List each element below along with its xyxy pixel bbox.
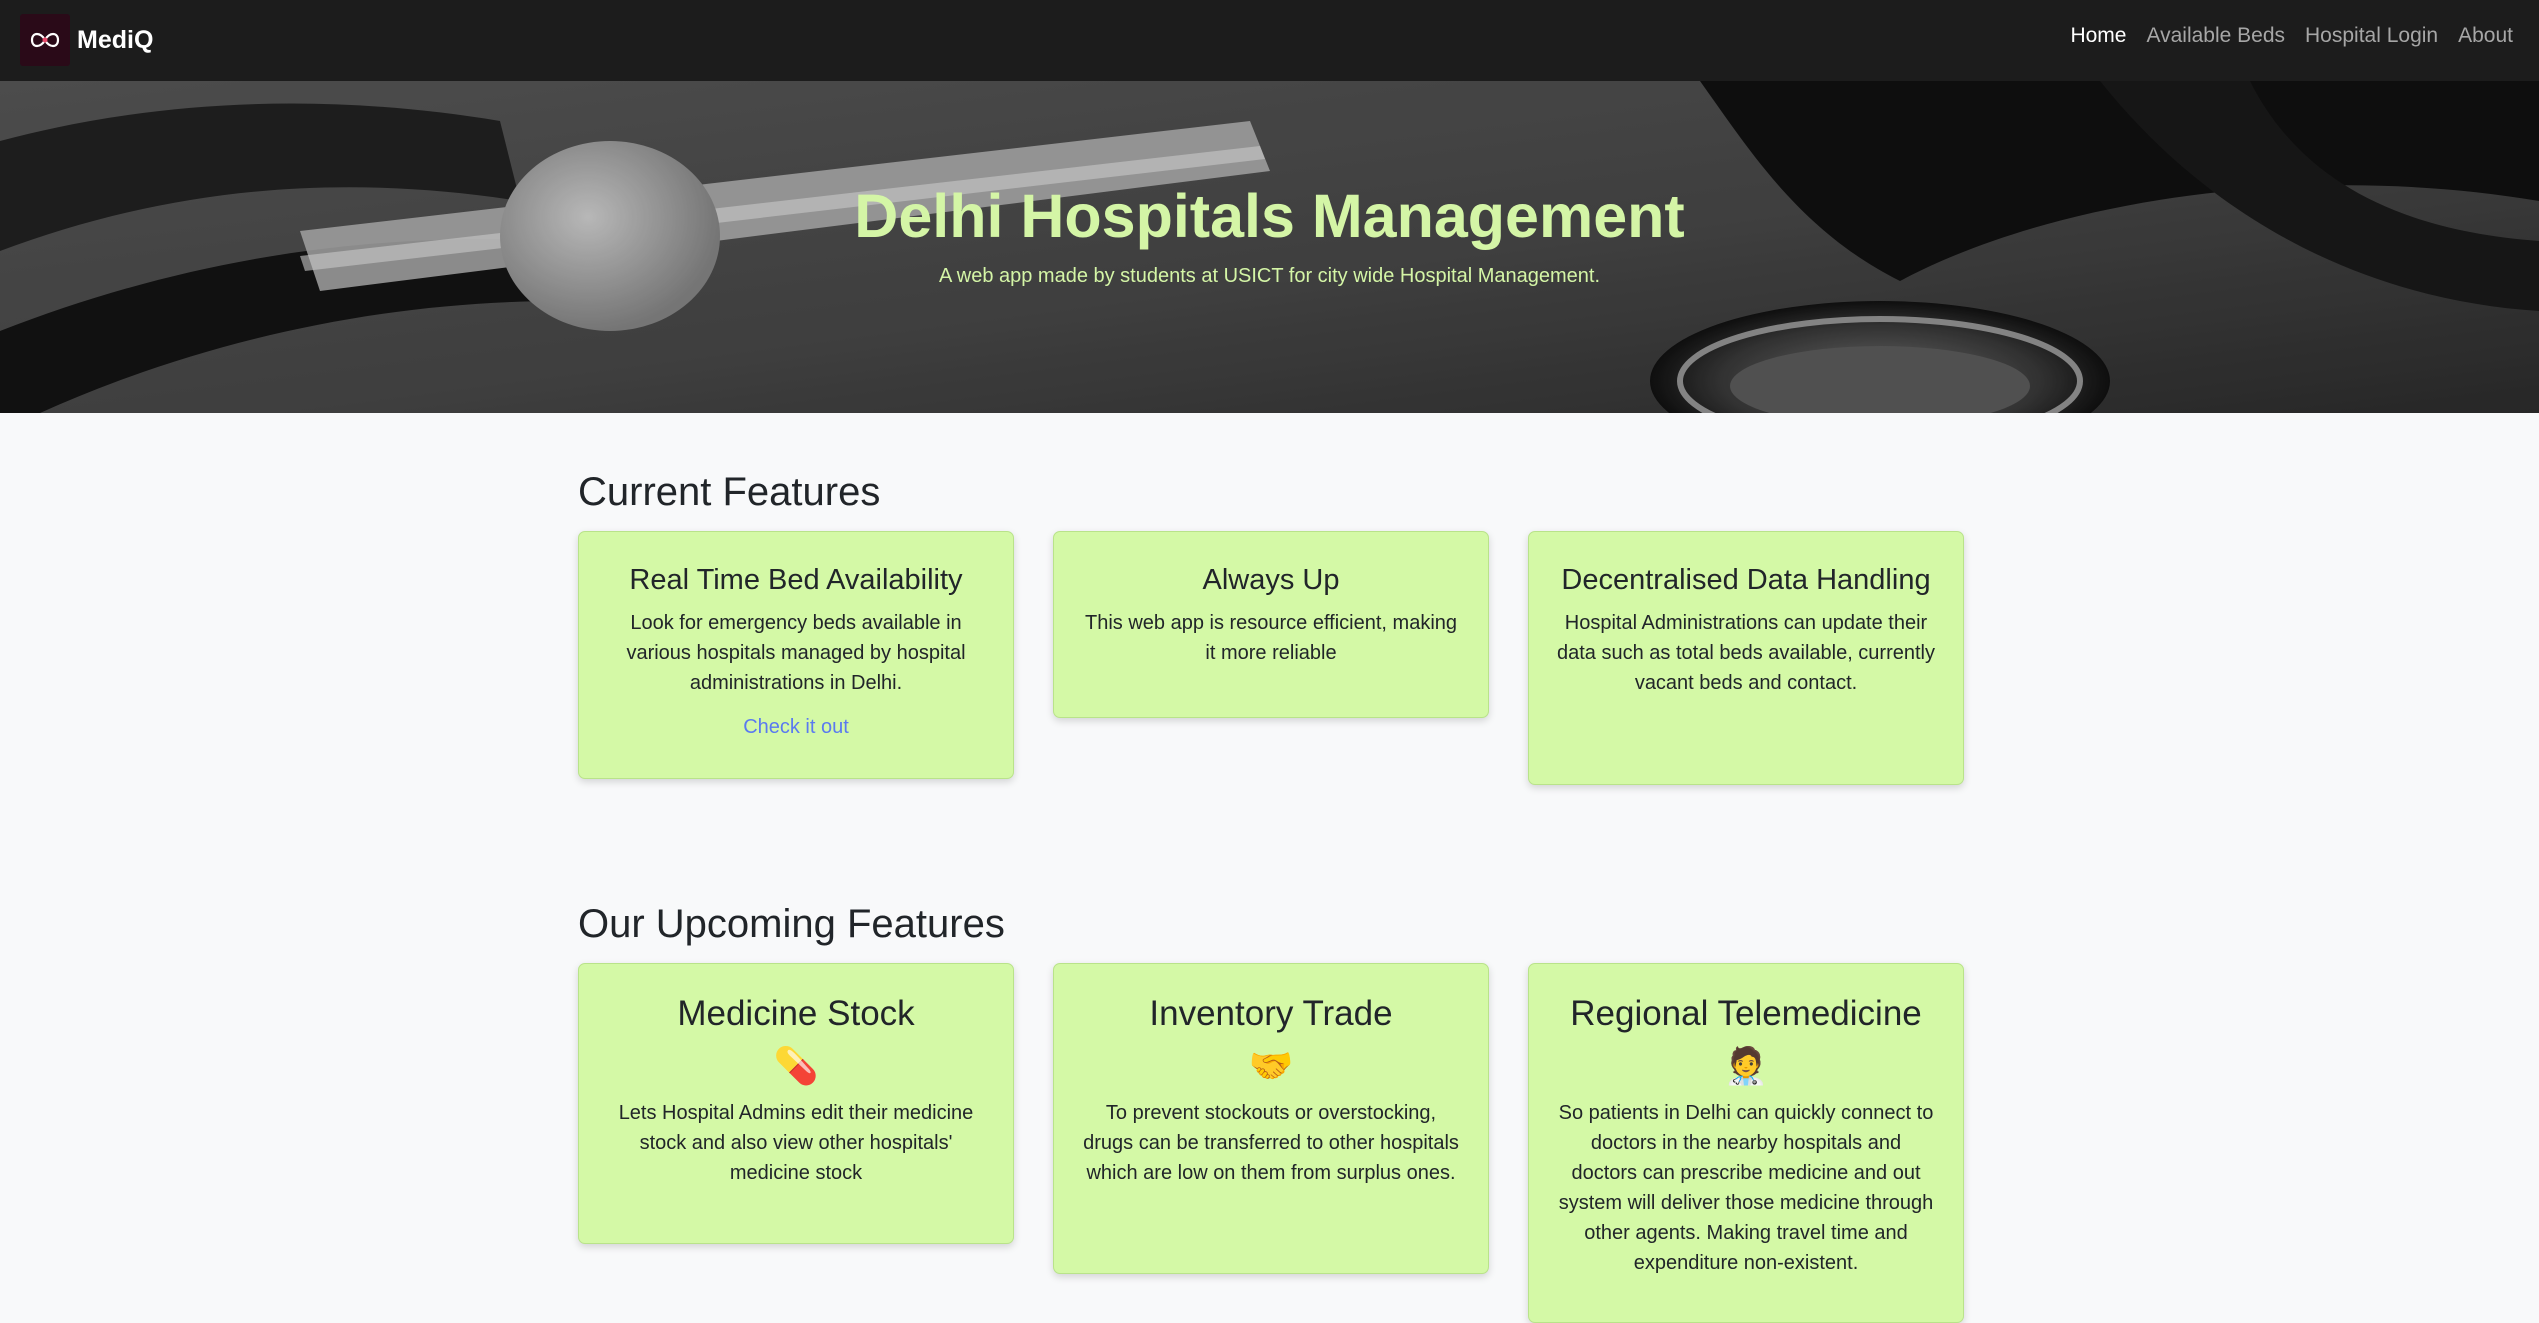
brand-link[interactable]: MediQ xyxy=(20,14,153,66)
doctor-icon: 🧑‍⚕️ xyxy=(1723,1045,1769,1086)
hero-subtitle: A web app made by students at USICT for … xyxy=(938,265,1601,287)
card-text: Lets Hospital Admins edit their medicine… xyxy=(618,1102,974,1184)
card-title: Medicine Stock xyxy=(677,994,915,1033)
upcoming-features-heading: Our Upcoming Features xyxy=(578,902,1005,946)
check-it-out-link[interactable]: Check it out xyxy=(743,716,849,739)
handshake-icon: 🤝 xyxy=(1248,1045,1294,1086)
feature-card-always-up: Always Up This web app is resource effic… xyxy=(1053,531,1489,718)
pill-icon: 💊 xyxy=(773,1045,819,1086)
hero-banner: Delhi Hospitals Management A web app mad… xyxy=(0,81,2539,413)
card-text: So patients in Delhi can quickly connect… xyxy=(1558,1102,1934,1274)
card-text: To prevent stockouts or overstocking, dr… xyxy=(1083,1102,1459,1184)
card-text: This web app is resource efficient, maki… xyxy=(1084,612,1458,664)
mediq-logo-icon xyxy=(20,14,70,66)
nav-about[interactable]: About xyxy=(2458,24,2513,48)
card-title: Regional Telemedicine xyxy=(1570,994,1922,1033)
brand-name: MediQ xyxy=(77,25,154,54)
card-title: Real Time Bed Availability xyxy=(629,564,963,596)
hero-title: Delhi Hospitals Management xyxy=(854,182,1685,250)
card-text: Hospital Administrations can update thei… xyxy=(1557,612,1935,694)
upcoming-card-medicine-stock: Medicine Stock 💊 Lets Hospital Admins ed… xyxy=(578,963,1014,1244)
card-title: Decentralised Data Handling xyxy=(1561,564,1931,596)
card-title: Always Up xyxy=(1202,564,1340,596)
card-text: Look for emergency beds available in var… xyxy=(626,612,966,694)
nav-available-beds[interactable]: Available Beds xyxy=(2146,24,2285,48)
feature-card-decentralised-data: Decentralised Data Handling Hospital Adm… xyxy=(1528,531,1964,785)
current-features-heading: Current Features xyxy=(578,470,881,514)
nav-links: Home Available Beds Hospital Login About xyxy=(2050,24,2513,48)
upcoming-card-regional-telemedicine: Regional Telemedicine 🧑‍⚕️ So patients i… xyxy=(1528,963,1964,1323)
navbar: MediQ Home Available Beds Hospital Login… xyxy=(0,0,2539,81)
upcoming-card-inventory-trade: Inventory Trade 🤝 To prevent stockouts o… xyxy=(1053,963,1489,1274)
feature-card-bed-availability: Real Time Bed Availability Look for emer… xyxy=(578,531,1014,779)
nav-hospital-login[interactable]: Hospital Login xyxy=(2305,24,2438,48)
card-title: Inventory Trade xyxy=(1149,994,1393,1033)
nav-home[interactable]: Home xyxy=(2070,24,2126,48)
